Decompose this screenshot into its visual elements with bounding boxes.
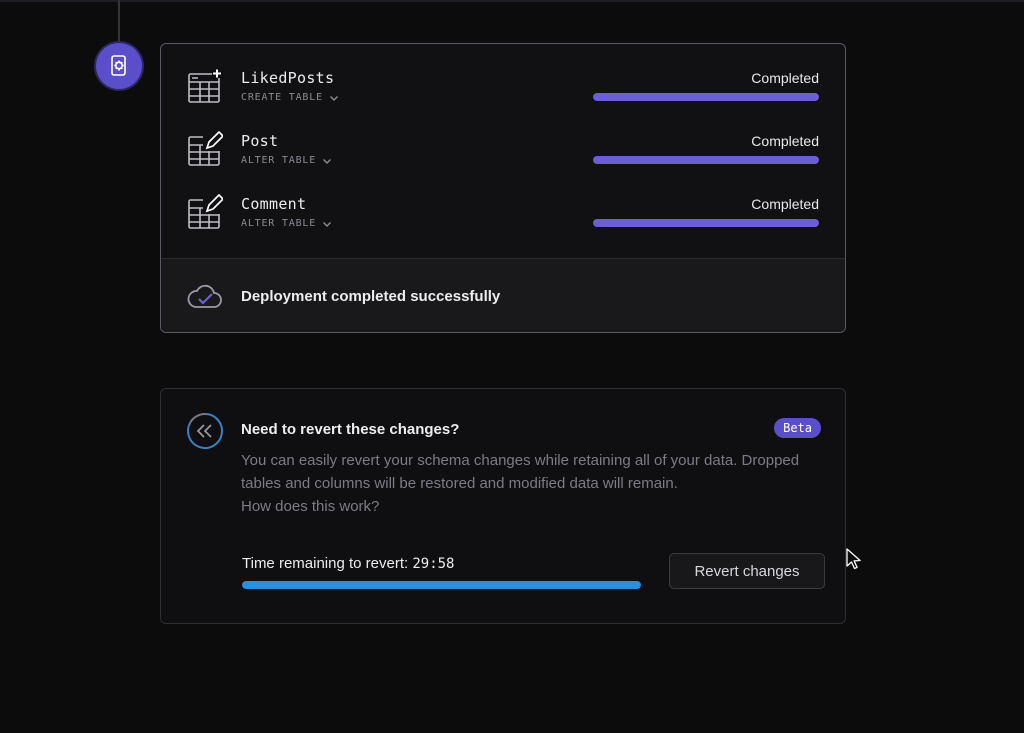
- revert-title: Need to revert these changes?: [241, 421, 460, 438]
- time-remaining-label: Time remaining to revert:: [242, 555, 409, 572]
- table-action-label: ALTER TABLE: [241, 155, 317, 166]
- time-remaining-bar: [242, 581, 641, 589]
- table-action-label: ALTER TABLE: [241, 218, 317, 229]
- revert-card: Need to revert these changes? Beta You c…: [160, 388, 846, 624]
- table-row: Comment ALTER TABLE Completed: [161, 170, 845, 233]
- deployment-card: LikedPosts CREATE TABLE Completed Post A…: [160, 43, 846, 333]
- table-action-dropdown[interactable]: CREATE TABLE: [241, 92, 339, 103]
- mouse-pointer-icon: [846, 548, 862, 570]
- chevron-down-icon: [329, 95, 338, 101]
- chevron-down-icon: [323, 221, 332, 227]
- progress-bar: [593, 93, 819, 101]
- time-remaining: Time remaining to revert: 29:58: [242, 555, 455, 572]
- progress-fill: [593, 219, 819, 227]
- table-action-label: CREATE TABLE: [241, 92, 323, 103]
- migration-node-icon: [96, 43, 142, 89]
- time-remaining-value: 29:58: [412, 556, 455, 572]
- status-label: Completed: [751, 196, 819, 212]
- timeline-connector: [118, 0, 120, 44]
- progress-bar: [593, 219, 819, 227]
- table-edit-icon: [187, 193, 225, 230]
- progress-fill: [593, 156, 819, 164]
- deployment-success-message: Deployment completed successfully: [241, 288, 501, 305]
- status-label: Completed: [751, 70, 819, 86]
- how-does-this-work-link[interactable]: How does this work?: [241, 498, 379, 515]
- revert-changes-button[interactable]: Revert changes: [669, 553, 825, 589]
- rewind-icon: [185, 411, 225, 451]
- table-action-dropdown[interactable]: ALTER TABLE: [241, 155, 332, 166]
- status-label: Completed: [751, 133, 819, 149]
- revert-description: You can easily revert your schema change…: [241, 449, 821, 518]
- table-edit-icon: [187, 130, 225, 167]
- table-row: Post ALTER TABLE Completed: [161, 107, 845, 170]
- table-action-dropdown[interactable]: ALTER TABLE: [241, 218, 332, 229]
- page: LikedPosts CREATE TABLE Completed Post A…: [0, 0, 1024, 733]
- time-remaining-fill: [242, 581, 641, 589]
- chevron-down-icon: [323, 158, 332, 164]
- cloud-check-icon: [187, 282, 223, 312]
- beta-badge: Beta: [774, 418, 821, 438]
- progress-bar: [593, 156, 819, 164]
- table-name: Comment: [241, 195, 307, 213]
- table-name: LikedPosts: [241, 69, 335, 87]
- table-create-icon: [187, 68, 223, 104]
- top-divider: [0, 0, 1024, 2]
- progress-fill: [593, 93, 819, 101]
- table-name: Post: [241, 132, 279, 150]
- table-row: LikedPosts CREATE TABLE Completed: [161, 44, 845, 107]
- revert-description-text: You can easily revert your schema change…: [241, 452, 800, 492]
- deployment-status-footer: Deployment completed successfully: [161, 258, 845, 332]
